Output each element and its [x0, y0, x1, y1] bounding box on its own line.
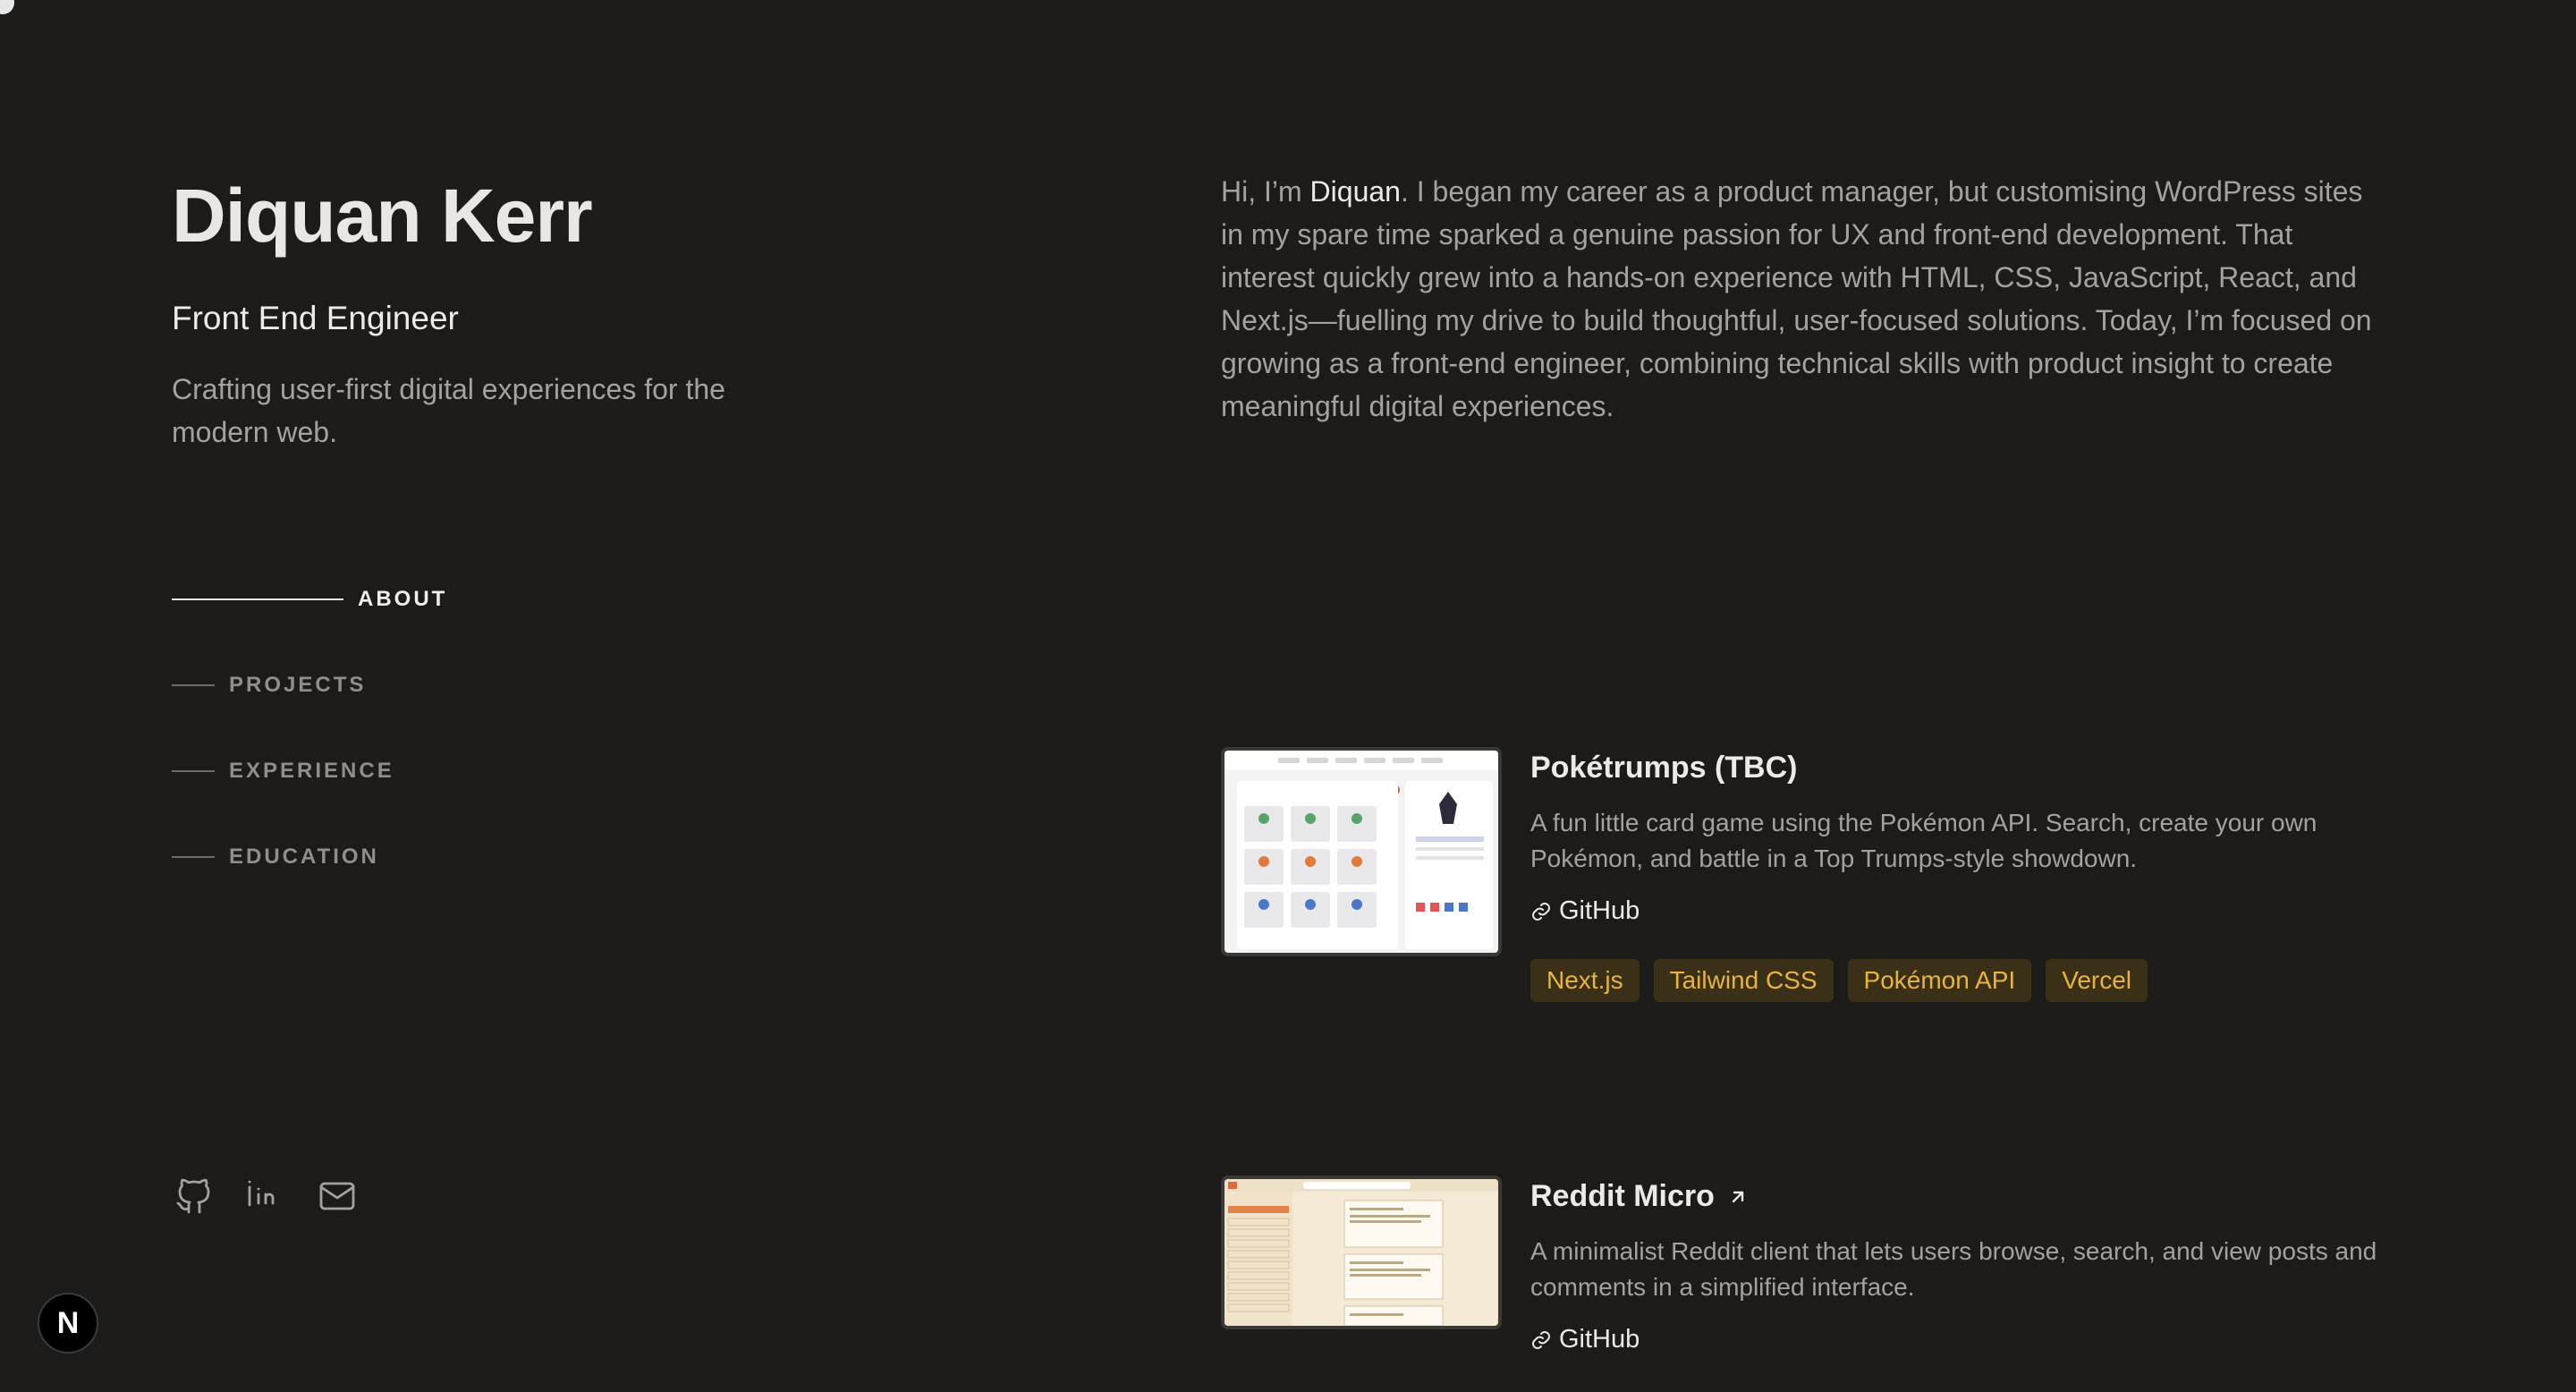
linkedin-icon[interactable]: [243, 1174, 288, 1218]
nav-item-about[interactable]: ABOUT: [172, 581, 447, 617]
project-title-text: Reddit Micro: [1530, 1179, 1715, 1213]
nav-item-projects[interactable]: PROJECTS: [172, 667, 447, 703]
nav-item-label: EXPERIENCE: [229, 759, 394, 783]
external-arrow-icon: [1732, 1191, 1744, 1202]
nav-item-label: EDUCATION: [229, 845, 379, 869]
project-card: Reddit Micro A minimalist Reddit client …: [1221, 1176, 2384, 1355]
project-body: Reddit Micro A minimalist Reddit client …: [1530, 1176, 2384, 1355]
nav-item-label: PROJECTS: [229, 673, 367, 697]
github-link[interactable]: GitHub: [1530, 1325, 1640, 1354]
section-nav: ABOUT PROJECTS EXPERIENCE EDUCATION: [172, 581, 447, 925]
about-highlight-name: Diquan: [1309, 175, 1401, 208]
github-link-label: GitHub: [1559, 1325, 1640, 1354]
mail-icon[interactable]: [315, 1174, 360, 1218]
project-title-text: Pokétrumps (TBC): [1530, 751, 1798, 785]
project-card: Pokétrumps (TBC) A fun little card game …: [1221, 747, 2384, 1002]
tech-tag: Tailwind CSS: [1653, 958, 1834, 1002]
nav-indicator-line: [172, 770, 215, 772]
project-title[interactable]: Pokétrumps (TBC): [1530, 751, 2384, 785]
about-intro: Hi, I’m: [1221, 175, 1310, 208]
portfolio-page: Diquan Kerr Front End Engineer Crafting …: [0, 0, 2576, 1392]
nav-item-experience[interactable]: EXPERIENCE: [172, 753, 447, 789]
nav-indicator-line: [172, 856, 215, 858]
github-link[interactable]: GitHub: [1530, 896, 1640, 926]
project-body: Pokétrumps (TBC) A fun little card game …: [1530, 747, 2384, 1002]
tech-tag: Vercel: [2046, 958, 2148, 1002]
reddit-micro-screenshot: [1224, 1179, 1498, 1326]
tech-tag: Next.js: [1530, 958, 1640, 1002]
about-body: . I began my career as a product manager…: [1221, 175, 2372, 422]
poketrumps-screenshot: [1224, 751, 1498, 953]
link-icon: [1532, 1330, 1550, 1349]
tech-tags: Next.js Tailwind CSS Pokémon API Vercel: [1530, 958, 2384, 1002]
nav-indicator-line: [172, 684, 215, 686]
project-description: A fun little card game using the Pokémon…: [1530, 809, 2318, 872]
about-paragraph: Hi, I’m Diquan. I began my career as a p…: [1221, 170, 2384, 428]
project-description: A minimalist Reddit client that lets use…: [1530, 1237, 2377, 1301]
project-title[interactable]: Reddit Micro: [1530, 1179, 2384, 1214]
github-icon[interactable]: [172, 1174, 216, 1218]
page-title: Diquan Kerr: [172, 174, 593, 258]
tagline: Crafting user-first digital experiences …: [172, 373, 725, 449]
nav-item-label: ABOUT: [358, 587, 448, 611]
corner-indicator: [0, 0, 14, 14]
link-icon: [1532, 902, 1550, 921]
tech-tag: Pokémon API: [1847, 958, 2032, 1002]
project-thumbnail[interactable]: [1221, 747, 1502, 956]
project-thumbnail[interactable]: [1221, 1176, 1502, 1329]
nextjs-dev-badge[interactable]: N: [38, 1293, 98, 1354]
profile-header: Diquan Kerr Front End Engineer Crafting …: [172, 174, 905, 454]
job-title: Front End Engineer: [172, 300, 459, 337]
social-links: [172, 1174, 360, 1218]
github-link-label: GitHub: [1559, 896, 1640, 925]
nav-indicator-line: [172, 598, 343, 600]
nav-item-education[interactable]: EDUCATION: [172, 839, 447, 875]
